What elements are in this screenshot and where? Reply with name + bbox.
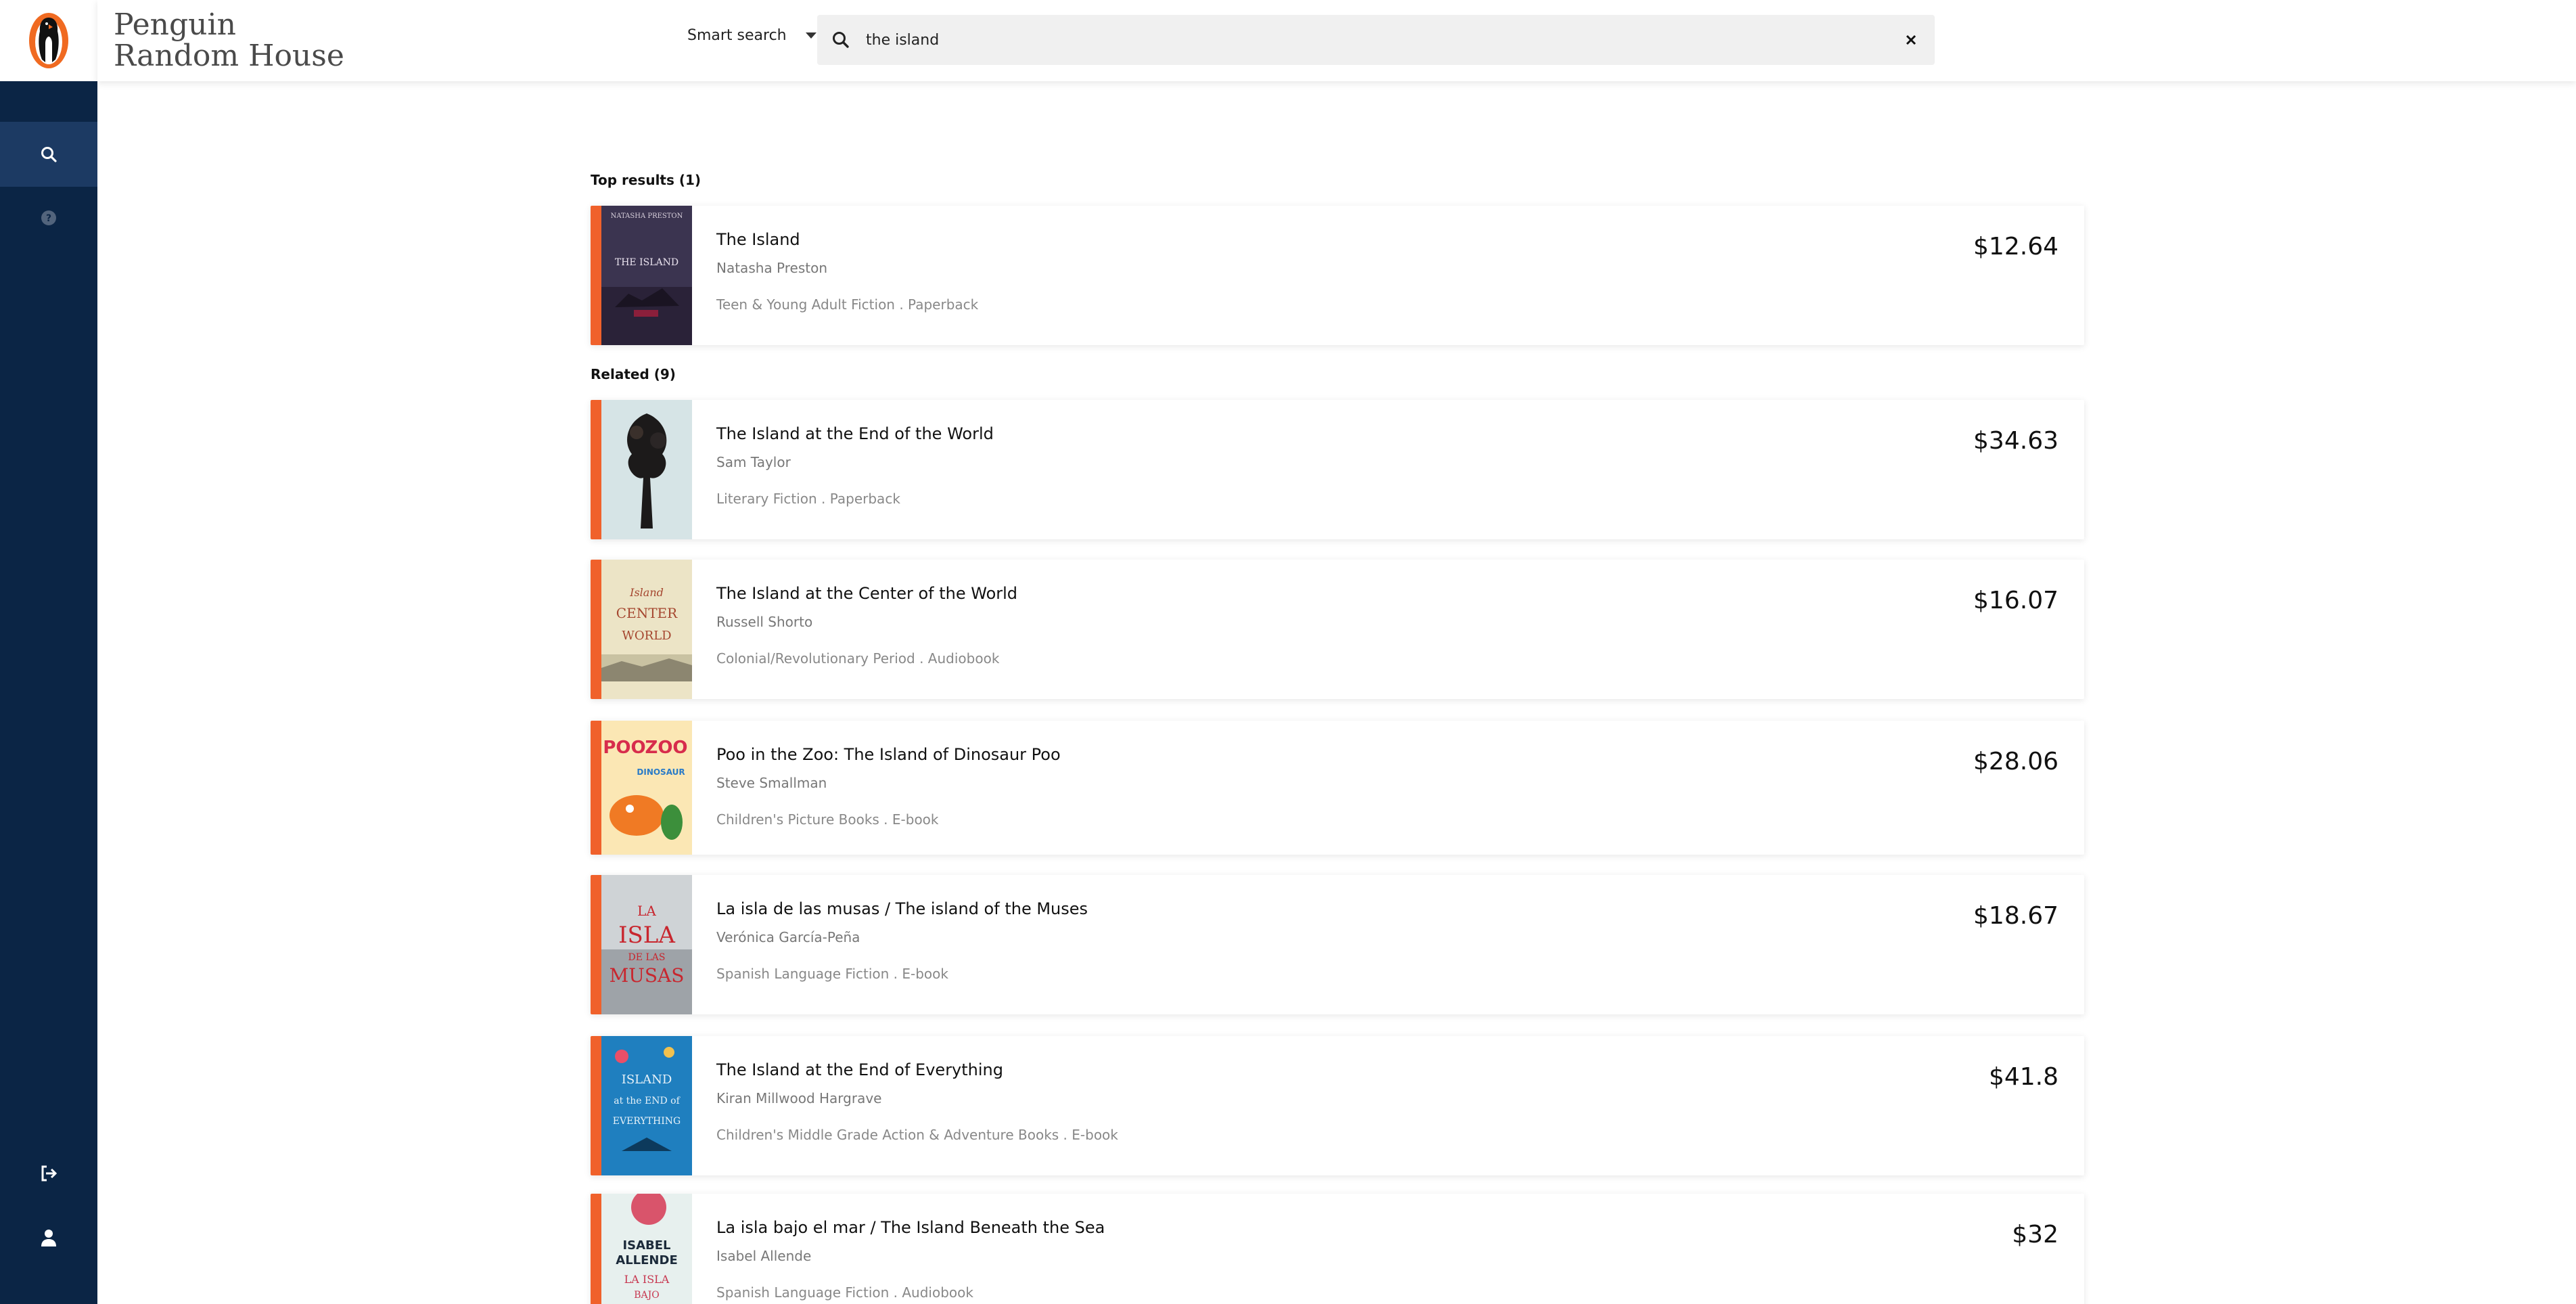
svg-text:LA: LA: [637, 903, 656, 919]
result-card[interactable]: The Island at the End of the World Sam T…: [591, 400, 2084, 539]
svg-text:THE ISLAND: THE ISLAND: [615, 257, 678, 268]
book-price: $16.07: [1973, 587, 2058, 614]
svg-text:BAJO: BAJO: [634, 1290, 660, 1301]
search-icon: [833, 32, 849, 48]
book-cover: ISLAND at the END of EVERYTHING: [601, 1036, 692, 1175]
book-author: Sam Taylor: [716, 454, 791, 470]
book-title: The Island at the End of the World: [716, 424, 994, 443]
svg-text:LA ISLA: LA ISLA: [624, 1273, 670, 1286]
svg-text:at the END of: at the END of: [614, 1096, 681, 1106]
book-author: Russell Shorto: [716, 614, 813, 630]
book-price: $18.67: [1973, 902, 2058, 930]
book-title: La isla bajo el mar / The Island Beneath…: [716, 1218, 1105, 1237]
book-category-format: Colonial/Revolutionary Period . Audioboo…: [716, 650, 1000, 667]
book-category-format: Teen & Young Adult Fiction . Paperback: [716, 296, 979, 313]
logout-icon: [41, 1165, 58, 1182]
book-cover: POO ZOO DINOSAUR: [601, 721, 692, 855]
svg-text:ZOO: ZOO: [645, 738, 687, 758]
sidebar: ?: [0, 0, 97, 1304]
clear-search-button[interactable]: [1900, 28, 1923, 51]
help-icon: ?: [41, 210, 56, 225]
related-heading: Related (9): [591, 366, 676, 382]
sidebar-search-button[interactable]: [0, 122, 97, 187]
result-card[interactable]: ISABEL ALLENDE LA ISLA BAJO La isla bajo…: [591, 1194, 2084, 1304]
book-price: $41.8: [1988, 1063, 2058, 1091]
chevron-down-icon: [805, 32, 816, 39]
book-category-format: Literary Fiction . Paperback: [716, 491, 900, 507]
book-author: Natasha Preston: [716, 260, 827, 276]
book-category-format: Spanish Language Fiction . E-book: [716, 966, 948, 982]
book-price: $32: [2012, 1221, 2058, 1249]
svg-text:MUSAS: MUSAS: [610, 964, 685, 987]
svg-text:ISABEL: ISABEL: [622, 1238, 670, 1253]
card-accent-bar: [591, 1036, 601, 1175]
card-accent-bar: [591, 1194, 601, 1304]
card-accent-bar: [591, 206, 601, 345]
result-card[interactable]: POO ZOO DINOSAUR Poo in the Zoo: The Isl…: [591, 721, 2084, 855]
penguin-logo[interactable]: [0, 0, 97, 81]
svg-text:ALLENDE: ALLENDE: [616, 1253, 677, 1267]
book-price: $12.64: [1973, 233, 2058, 261]
search-icon: [41, 147, 57, 162]
svg-text:ISLA: ISLA: [618, 922, 675, 949]
top-header: Penguin Random House Smart search: [97, 0, 2576, 81]
sidebar-user-button[interactable]: [0, 1205, 97, 1270]
book-title: La isla de las musas / The island of the…: [716, 899, 1088, 918]
book-price: $34.63: [1973, 427, 2058, 455]
sidebar-logout-button[interactable]: [0, 1141, 97, 1206]
svg-text:?: ?: [46, 213, 51, 224]
book-price: $28.06: [1973, 748, 2058, 775]
brand-line-1: Penguin: [114, 7, 236, 42]
book-title: The Island at the End of Everything: [716, 1060, 1003, 1079]
sidebar-help-button[interactable]: ?: [0, 185, 97, 250]
svg-text:DINOSAUR: DINOSAUR: [637, 767, 685, 777]
card-accent-bar: [591, 875, 601, 1014]
book-cover: Island CENTER WORLD: [601, 560, 692, 699]
close-icon: [1906, 35, 1916, 45]
search-mode-label: Smart search: [687, 27, 787, 44]
book-cover: NATASHA PRESTON THE ISLAND: [601, 206, 692, 345]
result-card[interactable]: NATASHA PRESTON THE ISLAND The Island Na…: [591, 206, 2084, 345]
book-cover: [601, 400, 692, 539]
svg-text:NATASHA PRESTON: NATASHA PRESTON: [611, 212, 683, 220]
svg-text:WORLD: WORLD: [622, 629, 671, 643]
svg-text:ISLAND: ISLAND: [622, 1073, 672, 1087]
penguin-logo-icon: [29, 13, 68, 68]
book-cover: ISABEL ALLENDE LA ISLA BAJO: [601, 1194, 692, 1304]
book-title: The Island at the Center of the World: [716, 584, 1018, 603]
search-bar[interactable]: [817, 15, 1935, 65]
search-input[interactable]: [866, 24, 1867, 55]
result-card[interactable]: ISLAND at the END of EVERYTHING The Isla…: [591, 1036, 2084, 1175]
brand-wordmark[interactable]: Penguin Random House: [114, 9, 344, 72]
book-title: Poo in the Zoo: The Island of Dinosaur P…: [716, 745, 1061, 764]
svg-text:POO: POO: [603, 738, 645, 758]
search-mode-select[interactable]: Smart search: [687, 27, 816, 44]
book-author: Kiran Millwood Hargrave: [716, 1090, 882, 1106]
result-card[interactable]: LA ISLA DE LAS MUSAS La isla de las musa…: [591, 875, 2084, 1014]
svg-text:CENTER: CENTER: [616, 605, 678, 621]
book-category-format: Children's Middle Grade Action & Adventu…: [716, 1127, 1118, 1143]
book-author: Steve Smallman: [716, 775, 827, 791]
book-author: Isabel Allende: [716, 1248, 812, 1264]
book-category-format: Children's Picture Books . E-book: [716, 811, 939, 828]
top-results-heading: Top results (1): [591, 172, 702, 188]
svg-text:EVERYTHING: EVERYTHING: [613, 1116, 681, 1127]
svg-text:Island: Island: [629, 586, 664, 599]
book-cover: LA ISLA DE LAS MUSAS: [601, 875, 692, 1014]
book-author: Verónica García-Peña: [716, 929, 860, 945]
brand-line-2: Random House: [114, 39, 344, 73]
card-accent-bar: [591, 560, 601, 699]
svg-text:DE LAS: DE LAS: [628, 952, 666, 963]
card-accent-bar: [591, 400, 601, 539]
book-category-format: Spanish Language Fiction . Audiobook: [716, 1284, 973, 1301]
user-icon: [41, 1230, 56, 1246]
result-card[interactable]: Island CENTER WORLD The Island at the Ce…: [591, 560, 2084, 699]
card-accent-bar: [591, 721, 601, 855]
book-title: The Island: [716, 230, 800, 249]
